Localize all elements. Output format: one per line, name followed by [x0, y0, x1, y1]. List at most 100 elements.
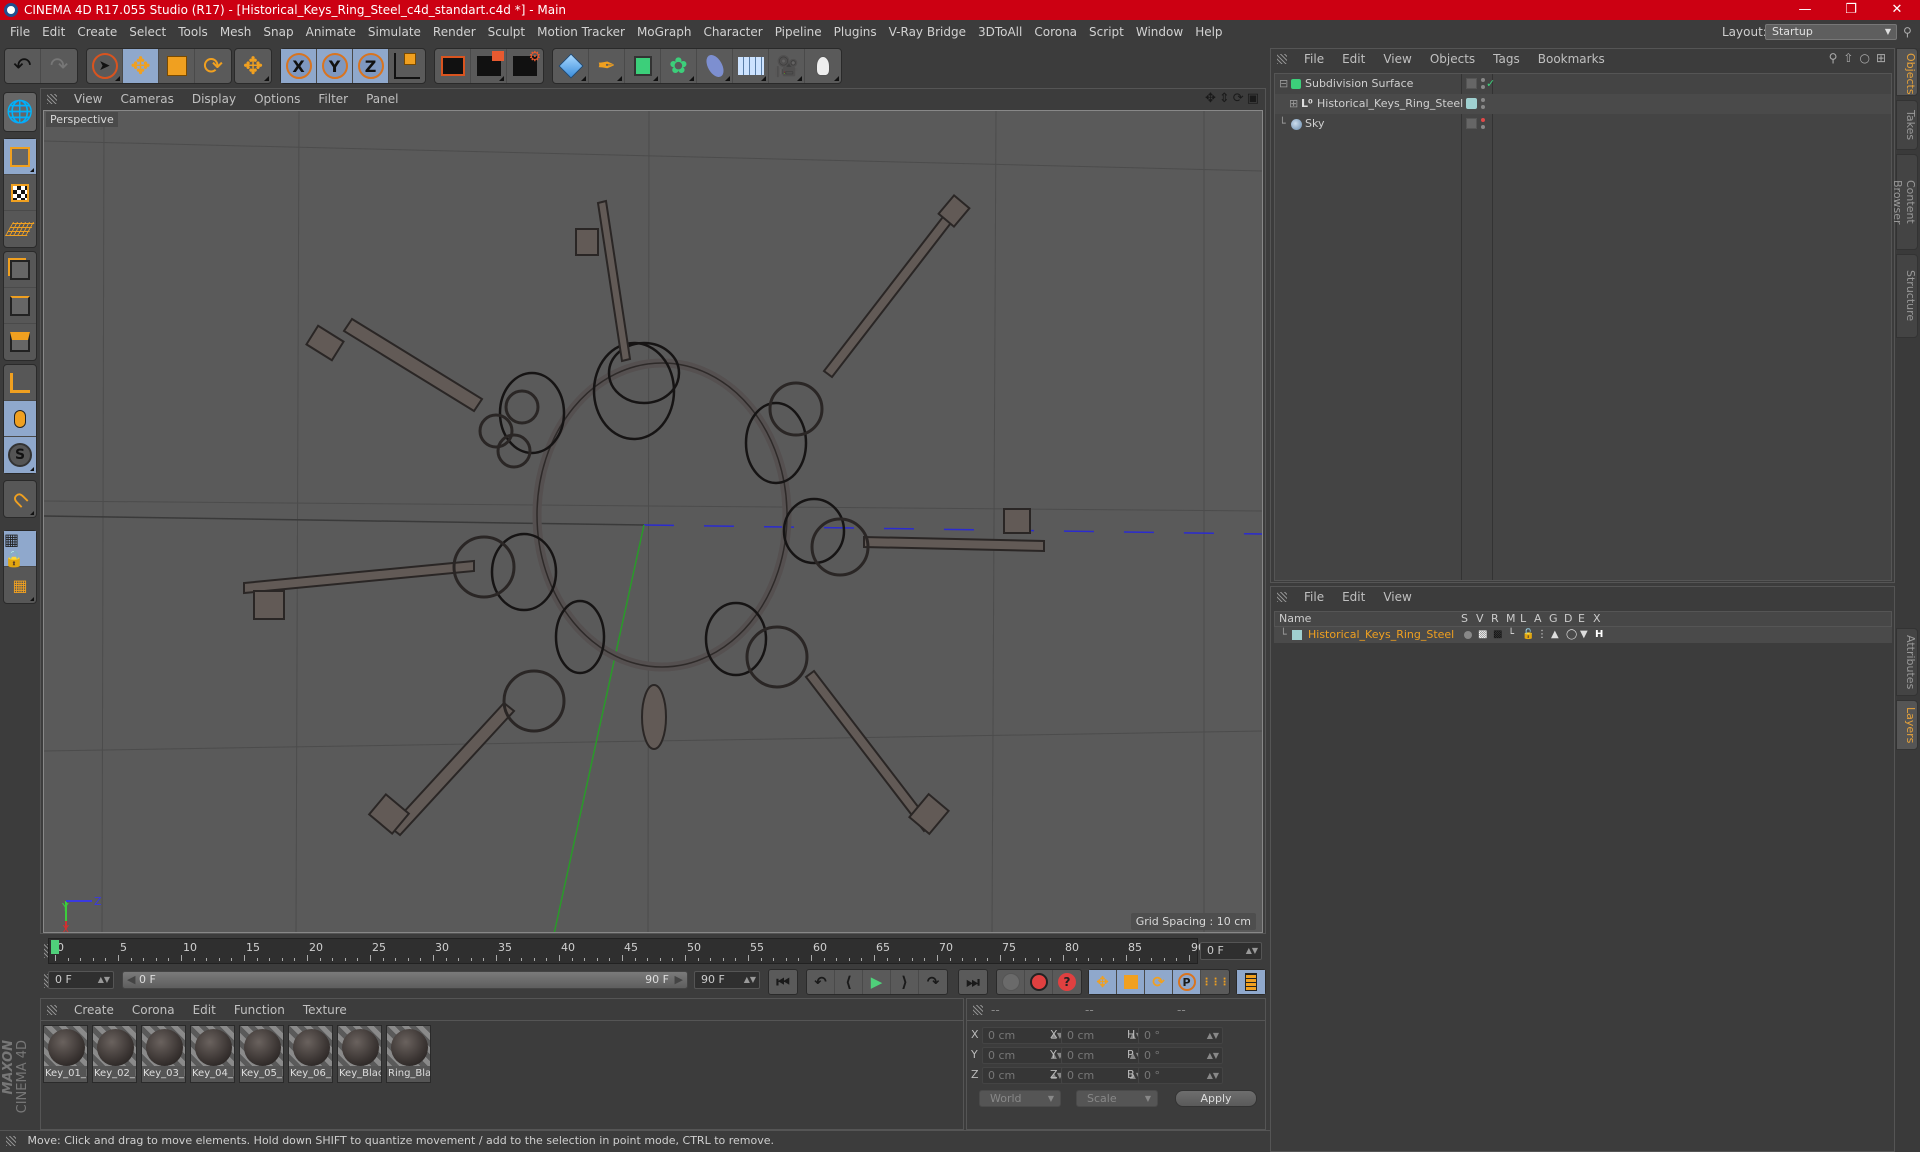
menu-mograph[interactable]: MoGraph: [631, 20, 698, 44]
menu-help[interactable]: Help: [1189, 20, 1228, 44]
animation-toggle-icon[interactable]: ⋮: [1537, 627, 1547, 643]
material-swatch[interactable]: Key_03_I: [141, 1025, 186, 1083]
pan-view-icon[interactable]: ✥: [1205, 91, 1216, 106]
camera-label[interactable]: Perspective: [46, 112, 118, 127]
prev-frame-button[interactable]: ⟨: [835, 970, 863, 994]
playhead[interactable]: [51, 940, 59, 954]
menu-window[interactable]: Window: [1130, 20, 1189, 44]
menu-simulate[interactable]: Simulate: [362, 20, 427, 44]
material-swatch[interactable]: Ring_Bla: [386, 1025, 431, 1083]
points-mode-button[interactable]: [4, 252, 36, 288]
make-editable-button[interactable]: 🌐: [4, 93, 36, 131]
menu-v-ray-bridge[interactable]: V-Ray Bridge: [883, 20, 972, 44]
key-param-button[interactable]: P: [1173, 970, 1201, 994]
search-icon[interactable]: ⚲: [1903, 20, 1912, 44]
select-tool-button[interactable]: ➤: [87, 49, 123, 83]
minimize-button[interactable]: —: [1782, 0, 1828, 20]
axis-mode-button[interactable]: [4, 365, 36, 401]
menu-snap[interactable]: Snap: [257, 20, 299, 44]
menu-edit[interactable]: Edit: [1333, 587, 1374, 607]
editor-visibility-dot[interactable]: [1481, 98, 1485, 102]
panel-grip-icon[interactable]: [47, 1004, 57, 1015]
tweak-mode-button[interactable]: [4, 401, 36, 437]
menu-view[interactable]: View: [1374, 49, 1420, 69]
y-axis-button[interactable]: Y: [317, 49, 353, 83]
expand-icon[interactable]: ⊞: [1289, 94, 1298, 114]
zoom-view-icon[interactable]: ⇕: [1219, 91, 1230, 106]
new-window-icon[interactable]: ⊞: [1876, 51, 1886, 65]
tab-content-browser[interactable]: Content Browser: [1891, 154, 1918, 250]
cloner-button[interactable]: ✿: [661, 49, 697, 83]
layer-name[interactable]: Historical_Keys_Ring_Steel: [1308, 627, 1454, 643]
model-mode-button[interactable]: [4, 139, 36, 175]
visibility-icon[interactable]: ○: [1859, 51, 1869, 65]
subdivision-button[interactable]: [625, 49, 661, 83]
menu-script[interactable]: Script: [1083, 20, 1130, 44]
key-rotation-button[interactable]: ⟳: [1145, 970, 1173, 994]
scale-tool-button[interactable]: [159, 49, 195, 83]
editor-visibility-dot[interactable]: [1481, 118, 1485, 122]
material-swatch[interactable]: Key_02_I: [92, 1025, 137, 1083]
menu-render[interactable]: Render: [427, 20, 482, 44]
cube-button[interactable]: [553, 49, 589, 83]
column-r[interactable]: R: [1491, 612, 1499, 626]
camera-button[interactable]: 🎥: [769, 49, 805, 83]
light-button[interactable]: [805, 49, 841, 83]
z-axis-button[interactable]: Z: [353, 49, 389, 83]
move-tool-button[interactable]: ✥: [123, 49, 159, 83]
key-scale-button[interactable]: [1117, 970, 1145, 994]
menu-corona[interactable]: Corona: [123, 1000, 184, 1020]
generators-toggle-icon[interactable]: ▲: [1551, 627, 1559, 643]
solo-toggle-icon[interactable]: [1464, 631, 1472, 639]
coordinate-system-button[interactable]: [389, 49, 425, 83]
editor-visibility-dot[interactable]: [1481, 78, 1485, 82]
next-key-button[interactable]: ↷: [919, 970, 947, 994]
material-swatch[interactable]: Key_01_I: [43, 1025, 88, 1083]
layout-dropdown[interactable]: Startup ▼: [1765, 24, 1897, 40]
view-toggle-icon[interactable]: ▩: [1478, 627, 1487, 643]
material-swatch[interactable]: Key_04_I: [190, 1025, 235, 1083]
motion-record-button[interactable]: [997, 970, 1025, 994]
solo-button[interactable]: S: [4, 437, 36, 473]
column-m[interactable]: M: [1506, 612, 1516, 626]
render-settings-button[interactable]: ⚙: [507, 49, 543, 83]
object-name[interactable]: Sky: [1305, 114, 1324, 134]
menu-create[interactable]: Create: [71, 20, 123, 44]
coordinate-mode-dropdown[interactable]: World ▼: [979, 1090, 1061, 1107]
material-swatch[interactable]: Key_05_I: [239, 1025, 284, 1083]
redo-button[interactable]: ↷: [41, 49, 77, 83]
layer-color-swatch[interactable]: [1292, 630, 1302, 640]
render-visibility-dot[interactable]: [1481, 85, 1485, 89]
menu-edit[interactable]: Edit: [1333, 49, 1374, 69]
manager-toggle-icon[interactable]: └: [1508, 627, 1514, 643]
floor-button[interactable]: [733, 49, 769, 83]
render-view-button[interactable]: [435, 49, 471, 83]
object-row[interactable]: ⊞ L⁰ Historical_Keys_Ring_Steel: [1275, 94, 1891, 114]
object-row[interactable]: ⊟ Subdivision Surface ✓: [1275, 74, 1891, 94]
menu-file[interactable]: File: [4, 20, 36, 44]
column-d[interactable]: D: [1564, 612, 1572, 626]
menu-corona[interactable]: Corona: [1028, 20, 1083, 44]
collapse-icon[interactable]: ⊟: [1279, 74, 1288, 94]
enabled-check-icon[interactable]: ✓: [1486, 74, 1495, 94]
lock-toggle-icon[interactable]: 🔓: [1522, 627, 1534, 643]
tab-layers[interactable]: Layers: [1896, 700, 1918, 750]
column-a[interactable]: A: [1534, 612, 1542, 626]
play-button[interactable]: ▶: [863, 970, 891, 994]
menu-animate[interactable]: Animate: [300, 20, 362, 44]
search-icon[interactable]: ⚲: [1829, 51, 1838, 65]
menu-file[interactable]: File: [1295, 587, 1333, 607]
maximize-view-icon[interactable]: ▣: [1247, 91, 1259, 106]
column-x[interactable]: X: [1593, 612, 1601, 626]
column-name[interactable]: Name: [1279, 612, 1311, 626]
x-axis-button[interactable]: X: [281, 49, 317, 83]
timeline-button[interactable]: [1237, 970, 1265, 994]
tab-structure[interactable]: Structure: [1896, 254, 1918, 338]
menu-tags[interactable]: Tags: [1484, 49, 1529, 69]
prev-key-button[interactable]: ↶: [807, 970, 835, 994]
panel-grip-icon[interactable]: [47, 94, 57, 104]
restore-button[interactable]: ❐: [1828, 0, 1874, 20]
panel-grip-icon[interactable]: [973, 1004, 983, 1015]
menu-display[interactable]: Display: [183, 89, 245, 109]
transform-mode-dropdown[interactable]: Scale ▼: [1076, 1090, 1158, 1107]
